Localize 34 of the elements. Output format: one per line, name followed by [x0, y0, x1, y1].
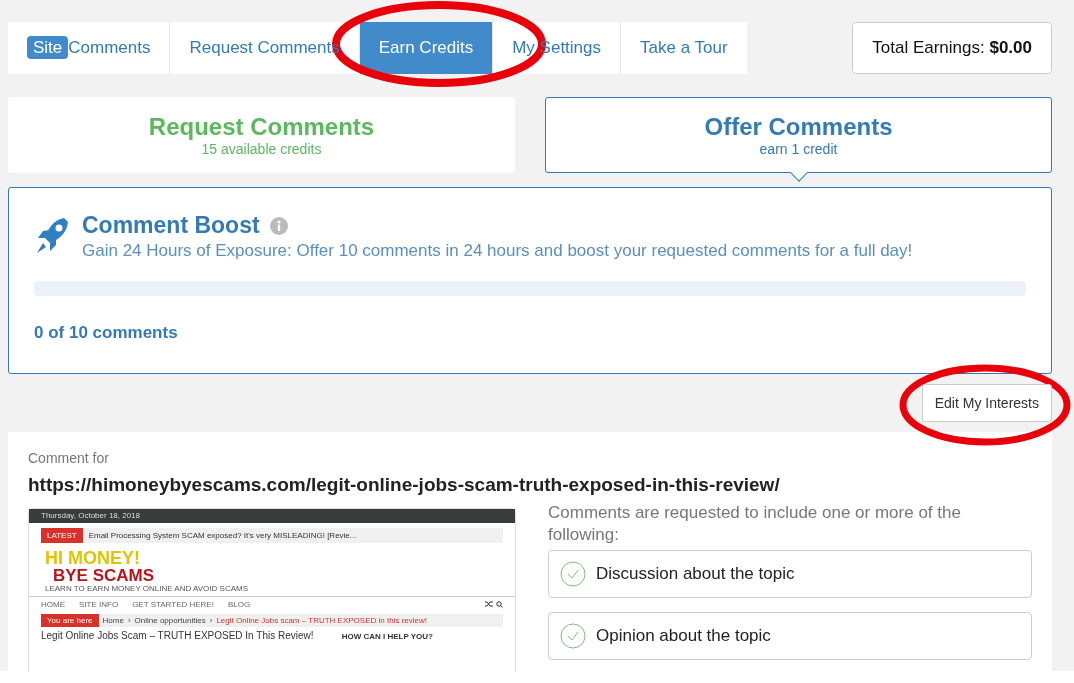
logo-text: HI MONEY! — [45, 549, 141, 567]
tab[interactable]: Site Comments — [8, 22, 171, 74]
boost-title: Comment Boost — [82, 212, 260, 239]
logo-text: BYE SCAMS — [53, 567, 156, 584]
rocket-icon — [34, 216, 70, 256]
info-icon[interactable] — [269, 216, 288, 235]
requirement-item: Discussion about the topic — [548, 550, 1032, 598]
shuffle-icon — [485, 601, 493, 607]
breadcrumb-separator: › — [127, 616, 131, 625]
total-earnings: Total Earnings: $0.00 — [852, 22, 1052, 74]
tab[interactable]: Earn Credits — [359, 22, 494, 74]
edit-interests-button[interactable]: Edit My Interests — [921, 384, 1052, 422]
sidebar-heading: HOW CAN I HELP YOU? — [341, 631, 433, 643]
check-circle-icon — [560, 561, 586, 587]
breadcrumb-tag: You are here — [41, 614, 99, 627]
breadcrumb-separator: › — [209, 616, 213, 625]
mode-card[interactable]: Request Comments 15 available credits — [8, 97, 515, 173]
latest-tag: LATEST — [41, 528, 83, 543]
date-bar: Thursday, October 18, 2018 — [29, 509, 515, 523]
search-icon — [496, 601, 503, 608]
latest-headline: Email Processing System SCAM exposed? It's very MISLEADING! [Revie... — [88, 531, 357, 540]
breadcrumb-item: Home — [102, 616, 124, 625]
requirements-intro: Comments are requested to include one or more of the following: — [548, 502, 962, 546]
mode-card[interactable]: Offer Comments earn 1 credit — [545, 97, 1052, 173]
comment-for-label: Comment for — [28, 450, 110, 466]
progress-text: 0 of 10 comments — [34, 323, 179, 343]
boost-description: Gain 24 Hours of Exposure: Offer 10 comments in 24 hours and boost your requested comments for a full day! — [82, 241, 913, 261]
requirement-item: Opinion about the topic — [548, 612, 1032, 660]
breadcrumb-item: Legit Online Jobs scam – TRUTH EXPOSED in this review! — [216, 616, 427, 625]
logo-tagline: LEARN TO EARN MONEY ONLINE AND AVOID SCAMS — [45, 585, 249, 593]
page-url[interactable]: https://himoneybyescams.com/legit-online-jobs-scam-truth-exposed-in-this-review/ — [28, 474, 1032, 496]
breadcrumb-item: Online opportunities — [134, 616, 206, 625]
article-title: Legit Online Jobs Scam – TRUTH EXPOSED In This Review! — [41, 630, 314, 642]
check-circle-icon — [560, 623, 586, 649]
